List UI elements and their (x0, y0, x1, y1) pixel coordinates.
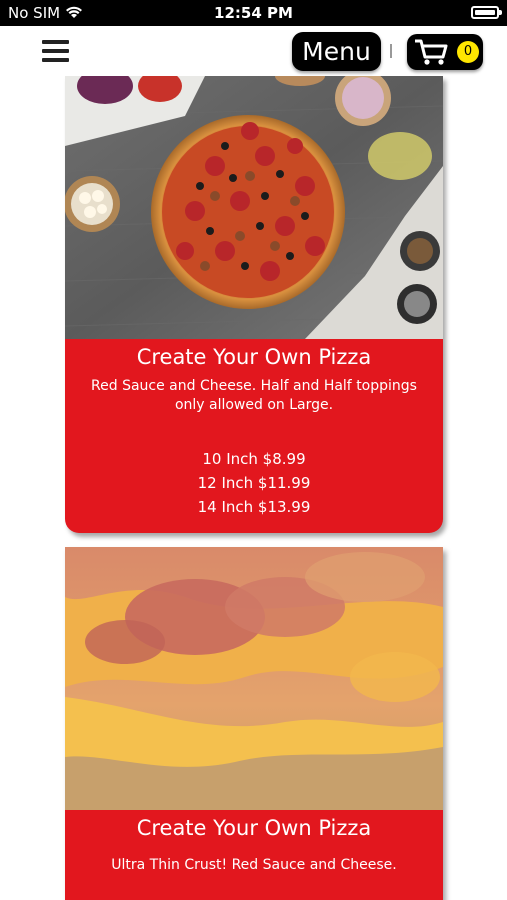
battery-icon (471, 6, 502, 19)
status-bar: No SIM 12:54 PM (0, 0, 507, 26)
price-option[interactable]: 10 Inch $8.99 (65, 447, 443, 471)
hamburger-menu-icon[interactable] (42, 40, 69, 62)
item-description: Ultra Thin Crust! Red Sauce and Cheese. (111, 857, 397, 873)
menu-button[interactable]: Menu (292, 32, 381, 71)
item-description: Red Sauce and Cheese. Half and Half topp… (91, 378, 417, 413)
menu-item-card[interactable]: Create Your Own Pizza Red Sauce and Chee… (65, 76, 443, 533)
item-title: Create Your Own Pizza (136, 816, 372, 840)
clock: 12:54 PM (214, 4, 293, 22)
price-option[interactable]: 14 Inch $13.99 (65, 495, 443, 519)
cart-button[interactable]: 0 (407, 34, 483, 70)
shopping-cart-icon (415, 39, 448, 65)
price-option[interactable]: 12 Inch $11.99 (65, 471, 443, 495)
price-list: 10 Inch $8.99 12 Inch $11.99 14 Inch $13… (65, 447, 443, 533)
menu-list[interactable]: Create Your Own Pizza Red Sauce and Chee… (0, 76, 507, 900)
pizza-image (65, 547, 443, 810)
item-title: Create Your Own Pizza (136, 345, 372, 369)
header-divider (390, 44, 392, 58)
app-header: Menu 0 (0, 26, 507, 76)
pizza-image (65, 76, 443, 339)
cart-count-badge: 0 (457, 41, 479, 63)
menu-item-card[interactable]: Create Your Own Pizza Ultra Thin Crust! … (65, 547, 443, 900)
